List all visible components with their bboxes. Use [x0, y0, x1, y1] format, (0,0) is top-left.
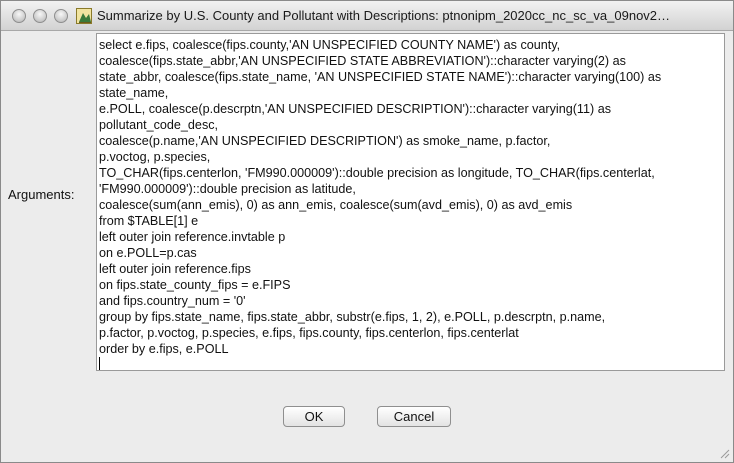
arguments-line: e.POLL, coalesce(p.descrptn,'AN UNSPECIF… — [99, 102, 611, 116]
arguments-line: coalesce(p.name,'AN UNSPECIFIED DESCRIPT… — [99, 134, 551, 148]
arguments-line: on fips.state_county_fips = e.FIPS — [99, 278, 291, 292]
minimize-window-button[interactable] — [33, 9, 47, 23]
window-title: Summarize by U.S. County and Pollutant w… — [97, 8, 671, 23]
dialog-window: Summarize by U.S. County and Pollutant w… — [0, 0, 734, 463]
arguments-line: TO_CHAR(fips.centerlon, 'FM990.000009'):… — [99, 166, 655, 180]
arguments-line: coalesce(sum(ann_emis), 0) as ann_emis, … — [99, 198, 573, 212]
arguments-line: p.voctog, p.species, — [99, 150, 211, 164]
text-caret-line — [99, 357, 720, 370]
arguments-line: left outer join reference.invtable p — [99, 230, 286, 244]
resize-grip-icon[interactable] — [718, 447, 730, 459]
cancel-button[interactable]: Cancel — [377, 406, 451, 427]
app-icon — [76, 8, 92, 24]
arguments-line: left outer join reference.fips — [99, 262, 251, 276]
zoom-window-button[interactable] — [54, 9, 68, 23]
text-caret — [99, 357, 100, 370]
arguments-line: state_name, — [99, 86, 169, 100]
arguments-line: order by e.fips, e.POLL — [99, 342, 229, 356]
arguments-label: Arguments: — [8, 187, 75, 202]
arguments-line: 'FM990.000009')::double precision as lat… — [99, 182, 356, 196]
arguments-line: and fips.country_num = '0' — [99, 294, 246, 308]
arguments-line: group by fips.state_name, fips.state_abb… — [99, 310, 606, 324]
arguments-line: pollutant_code_desc, — [99, 118, 219, 132]
title-bar[interactable]: Summarize by U.S. County and Pollutant w… — [1, 1, 733, 31]
close-window-button[interactable] — [12, 9, 26, 23]
arguments-textarea[interactable]: select e.fips, coalesce(fips.county,'AN … — [96, 33, 725, 371]
arguments-line: from $TABLE[1] e — [99, 214, 199, 228]
arguments-line: state_abbr, coalesce(fips.state_name, 'A… — [99, 70, 662, 84]
arguments-line: on e.POLL=p.cas — [99, 246, 197, 260]
arguments-line: p.factor, p.voctog, p.species, e.fips, f… — [99, 326, 519, 340]
arguments-line: select e.fips, coalesce(fips.county,'AN … — [99, 38, 561, 52]
ok-button[interactable]: OK — [283, 406, 345, 427]
arguments-line: coalesce(fips.state_abbr,'AN UNSPECIFIED… — [99, 54, 626, 68]
